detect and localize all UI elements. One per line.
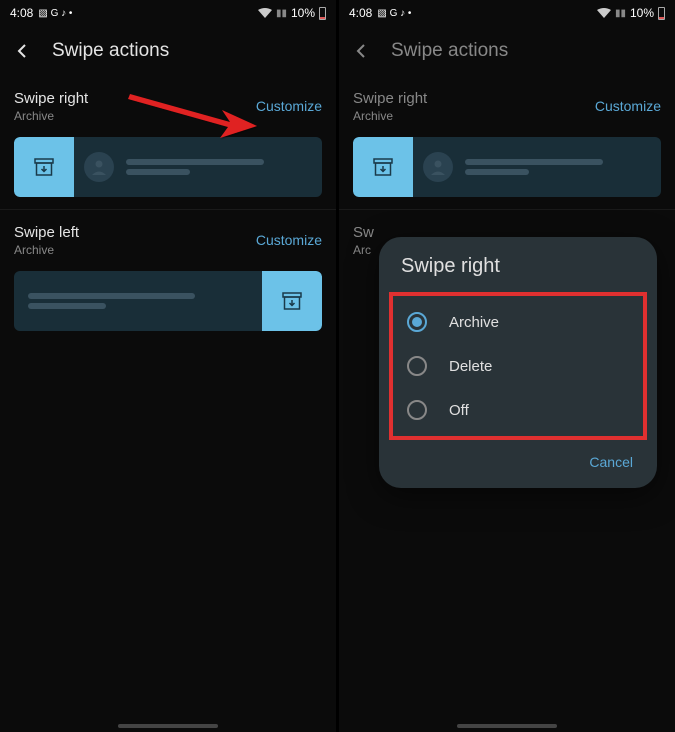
section-title-left: Swipe left bbox=[14, 224, 79, 241]
radio-delete[interactable] bbox=[407, 356, 427, 376]
avatar bbox=[423, 152, 453, 182]
option-off[interactable]: Off bbox=[393, 388, 643, 432]
wifi-icon bbox=[597, 8, 611, 19]
section-sub-right: Archive bbox=[14, 109, 88, 123]
radio-archive[interactable] bbox=[407, 312, 427, 332]
page-title: Swipe actions bbox=[52, 40, 169, 62]
section-title-right: Swipe right bbox=[353, 90, 427, 107]
section-sub-left: Archive bbox=[14, 243, 79, 257]
archive-tab-right bbox=[14, 137, 74, 197]
dialog-title: Swipe right bbox=[379, 255, 657, 292]
status-bar: 4:08 ▧ G ♪ • ▮▮ 10% bbox=[339, 0, 675, 26]
back-icon[interactable] bbox=[353, 42, 371, 60]
preview-left bbox=[14, 271, 322, 331]
battery-icon bbox=[658, 7, 665, 20]
radio-off[interactable] bbox=[407, 400, 427, 420]
status-bar: 4:08 ▧ G ♪ • ▮▮ 10% bbox=[0, 0, 336, 26]
status-time: 4:08 bbox=[10, 6, 33, 20]
signal-icon: ▮▮ bbox=[276, 8, 287, 19]
section-swipe-left: Swipe left Archive Customize bbox=[0, 210, 336, 337]
nav-handle[interactable] bbox=[118, 724, 218, 728]
archive-icon bbox=[373, 158, 393, 176]
preview-lines bbox=[453, 155, 661, 179]
wifi-icon bbox=[258, 8, 272, 19]
dialog-swipe-right: Swipe right Archive Delete Off Cancel bbox=[379, 237, 657, 488]
archive-icon bbox=[282, 292, 302, 310]
preview-lines bbox=[114, 155, 322, 179]
section-swipe-right: Swipe right Archive Customize bbox=[0, 76, 336, 203]
nav-handle[interactable] bbox=[457, 724, 557, 728]
archive-tab-right bbox=[353, 137, 413, 197]
back-icon[interactable] bbox=[14, 42, 32, 60]
header: Swipe actions bbox=[0, 26, 336, 76]
option-label-off: Off bbox=[449, 402, 469, 419]
signal-icon: ▮▮ bbox=[615, 8, 626, 19]
section-title-left: Sw bbox=[353, 224, 374, 241]
section-title-right: Swipe right bbox=[14, 90, 88, 107]
status-time: 4:08 bbox=[349, 6, 372, 20]
avatar bbox=[84, 152, 114, 182]
archive-icon bbox=[34, 158, 54, 176]
section-sub-right: Archive bbox=[353, 109, 427, 123]
battery-icon bbox=[319, 7, 326, 20]
preview-right bbox=[14, 137, 322, 197]
battery-pct: 10% bbox=[630, 6, 654, 20]
page-title: Swipe actions bbox=[391, 40, 508, 62]
option-label-delete: Delete bbox=[449, 358, 492, 375]
preview-lines bbox=[14, 289, 262, 313]
status-icons-left: ▧ G ♪ • bbox=[377, 8, 411, 19]
status-icons-left: ▧ G ♪ • bbox=[38, 8, 72, 19]
customize-right[interactable]: Customize bbox=[595, 98, 661, 114]
option-archive[interactable]: Archive bbox=[393, 300, 643, 344]
screen-left: 4:08 ▧ G ♪ • ▮▮ 10% Swipe actions Swipe … bbox=[0, 0, 336, 732]
option-delete[interactable]: Delete bbox=[393, 344, 643, 388]
options-highlight: Archive Delete Off bbox=[389, 292, 647, 440]
option-label-archive: Archive bbox=[449, 314, 499, 331]
preview-right bbox=[353, 137, 661, 197]
section-swipe-right: Swipe right Archive Customize bbox=[339, 76, 675, 203]
section-sub-left: Arc bbox=[353, 243, 374, 257]
customize-right[interactable]: Customize bbox=[256, 98, 322, 114]
screen-right: 4:08 ▧ G ♪ • ▮▮ 10% Swipe actions Swipe … bbox=[339, 0, 675, 732]
battery-pct: 10% bbox=[291, 6, 315, 20]
cancel-button[interactable]: Cancel bbox=[589, 454, 633, 470]
customize-left[interactable]: Customize bbox=[256, 232, 322, 248]
header: Swipe actions bbox=[339, 26, 675, 76]
archive-tab-left bbox=[262, 271, 322, 331]
